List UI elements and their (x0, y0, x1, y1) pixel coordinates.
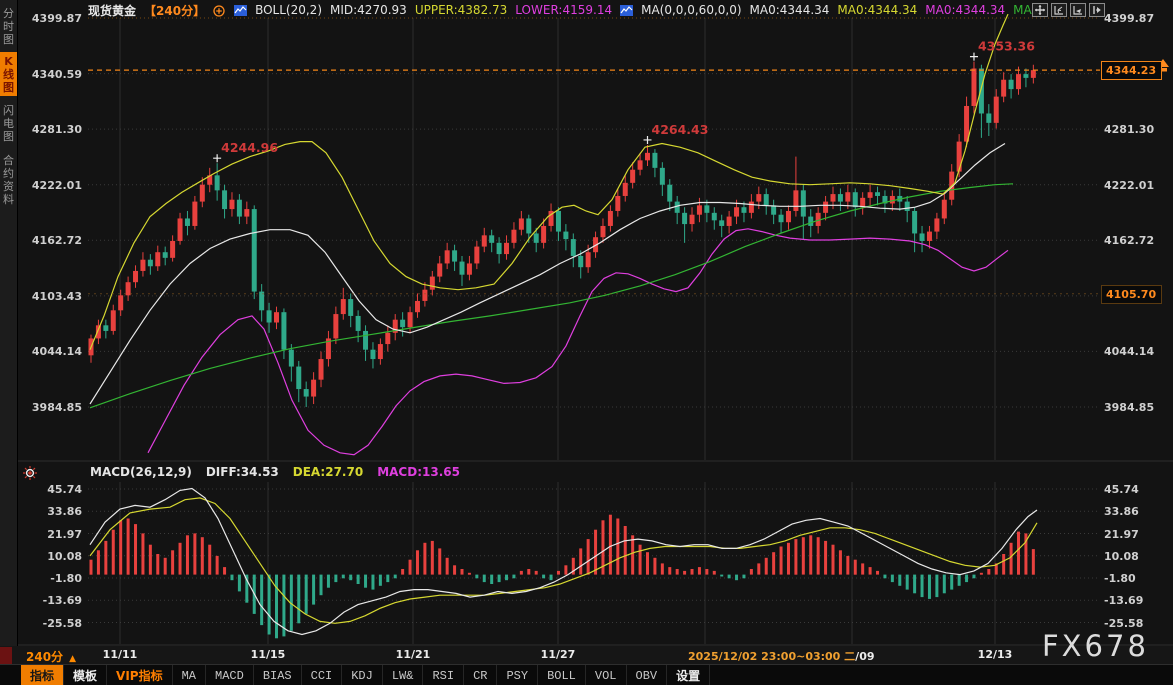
zoom-in-axis-icon[interactable] (1070, 3, 1086, 17)
time-tick-label: 11/15 (251, 648, 286, 661)
timeframe-selector[interactable]: 240分▲ (26, 648, 76, 665)
price-tick-label: 4044.14 (1104, 345, 1166, 358)
boll-label: BOLL(20,2) (255, 3, 322, 17)
price-tick-label: 4340.59 (20, 68, 82, 81)
pan-crosshair-icon[interactable] (1032, 3, 1048, 17)
price-annotation: 4353.36 (970, 39, 1035, 61)
timeframe-arrow-icon: ▲ (69, 654, 76, 664)
macd-macd-value: MACD:13.65 (377, 465, 460, 479)
toolbar-item-OBV[interactable]: OBV (627, 665, 668, 685)
toolbar-item-VOL[interactable]: VOL (586, 665, 627, 685)
candle-series (89, 62, 1036, 407)
macd-tick-label: 45.74 (1104, 483, 1166, 496)
indicator-burst-icon[interactable] (22, 465, 38, 481)
alert-price-label: 4105.70 (1101, 285, 1162, 304)
macd-legend: MACD(26,12,9) DIFF:34.53 DEA:27.70 MACD:… (90, 465, 460, 479)
macd-tick-label: -1.80 (1104, 572, 1166, 585)
app-root: 4244.96 4264.43 4353.36 分时图 K线图闪电图合约资料 现货黄金… (0, 0, 1173, 685)
zoom-out-axis-icon[interactable] (1051, 3, 1067, 17)
svg-text:4264.43: 4264.43 (652, 122, 709, 137)
macd-dea-value: DEA:27.70 (293, 465, 363, 479)
ma-label: MA(0,0,0,60,0,0) (641, 3, 741, 17)
ma0-magenta-value: MA0:4344.34 (925, 3, 1005, 17)
toolbar-item-BIAS[interactable]: BIAS (254, 665, 302, 685)
crosshair-date-label: 2025/12/02 23:00~03:00 二/09 (688, 648, 875, 664)
toolbar-item-BOLL[interactable]: BOLL (538, 665, 586, 685)
toolbar-item-PSY[interactable]: PSY (497, 665, 538, 685)
macd-tick-label: -25.58 (20, 617, 82, 630)
macd-name: MACD(26,12,9) (90, 465, 192, 479)
price-tick-label: 4222.01 (20, 179, 82, 192)
watermark-logo: FX678 (1042, 629, 1149, 663)
macd-tick-label: 45.74 (20, 483, 82, 496)
toolbar-item-指标[interactable]: 指标 (21, 665, 64, 685)
price-chart[interactable]: 4244.96 4264.43 4353.36 (0, 0, 1173, 648)
sidebar-tab-分时图[interactable]: 分时图 (0, 6, 17, 46)
time-axis: 240分▲ 2025/12/02 23:00~03:00 二/09 11/11 1… (0, 646, 1173, 664)
boll-chart-icon[interactable] (234, 5, 247, 16)
ma60-value: MA60:4 (1013, 3, 1033, 17)
macd-tick-label: 33.86 (20, 505, 82, 518)
time-tick-label: 11/21 (396, 648, 431, 661)
price-tick-label: 4281.30 (1104, 123, 1166, 136)
toolbar-item-MA[interactable]: MA (173, 665, 206, 685)
goto-latest-icon[interactable] (1089, 3, 1105, 17)
macd-tick-label: 21.97 (20, 528, 82, 541)
toolbar-item-设置[interactable]: 设置 (667, 665, 710, 685)
price-tick-label: 4044.14 (20, 345, 82, 358)
ma-chart-icon[interactable] (620, 5, 633, 16)
boll-upper-value: UPPER:4382.73 (415, 3, 507, 17)
toolbar-item-模板[interactable]: 模板 (64, 665, 107, 685)
price-tick-label: 4399.87 (20, 12, 82, 25)
macd-tick-label: -25.58 (1104, 617, 1166, 630)
sidebar: 分时图 K线图闪电图合约资料 (0, 0, 18, 648)
macd-tick-label: 21.97 (1104, 528, 1166, 541)
chart-header: 现货黄金 【240分】 BOLL(20,2) MID:4270.93 UPPER… (88, 2, 1033, 18)
svg-text:4244.96: 4244.96 (221, 140, 278, 155)
price-tick-label: 4162.72 (20, 234, 82, 247)
price-tick-label: 3984.85 (20, 401, 82, 414)
price-annotation: 4264.43 (644, 122, 709, 144)
time-tick-label: 11/11 (103, 648, 138, 661)
macd-tick-label: -13.69 (20, 594, 82, 607)
toolbar-item-VIP指标[interactable]: VIP指标 (107, 665, 173, 685)
macd-tick-label: 10.08 (20, 550, 82, 563)
price-tick-label: 3984.85 (1104, 401, 1166, 414)
macd-tick-label: 10.08 (1104, 550, 1166, 563)
price-tick-label: 4103.43 (20, 290, 82, 303)
time-tick-label: 11/27 (541, 648, 576, 661)
period-label[interactable]: 【240分】 (144, 2, 205, 18)
sidebar-tab-闪电图[interactable]: 闪电图 (0, 102, 17, 144)
macd-diff-value: DIFF:34.53 (206, 465, 279, 479)
add-indicator-icon[interactable] (213, 5, 226, 16)
boll-lower-value: LOWER:4159.14 (515, 3, 612, 17)
sidebar-tab-合约资料[interactable]: 合约资料 (0, 152, 17, 208)
svg-text:4353.36: 4353.36 (978, 39, 1035, 54)
toolbar-item-CCI[interactable]: CCI (302, 665, 343, 685)
macd-tick-label: -13.69 (1104, 594, 1166, 607)
symbol-name: 现货黄金 (88, 2, 136, 18)
indicator-toolbar: 指标模板VIP指标MAMACDBIASCCIKDJLW&RSICRPSYBOLL… (0, 664, 1173, 685)
boll-mid-value: MID:4270.93 (330, 3, 407, 17)
axis-corner-block (0, 647, 12, 664)
macd-histogram (90, 515, 1035, 639)
price-tick-label: 4222.01 (1104, 179, 1166, 192)
toolbar-item-RSI[interactable]: RSI (423, 665, 464, 685)
toolbar-item-MACD[interactable]: MACD (206, 665, 254, 685)
toolbar-item-LW&[interactable]: LW& (383, 665, 424, 685)
time-tick-label: 12/13 (978, 648, 1013, 661)
price-tick-label: 4281.30 (20, 123, 82, 136)
macd-tick-label: 33.86 (1104, 505, 1166, 518)
sidebar-tab-K线图[interactable]: K线图 (0, 52, 17, 96)
ma0-yellow-value: MA0:4344.34 (837, 3, 917, 17)
chart-toolbar-icons (1032, 3, 1105, 17)
ma0-white-value: MA0:4344.34 (750, 3, 830, 17)
toolbar-item-KDJ[interactable]: KDJ (342, 665, 383, 685)
macd-tick-label: -1.80 (20, 572, 82, 585)
price-tick-label: 4399.87 (1104, 12, 1166, 25)
current-price-label: 4344.23 (1101, 61, 1162, 80)
toolbar-item-CR[interactable]: CR (464, 665, 497, 685)
price-tick-label: 4162.72 (1104, 234, 1166, 247)
